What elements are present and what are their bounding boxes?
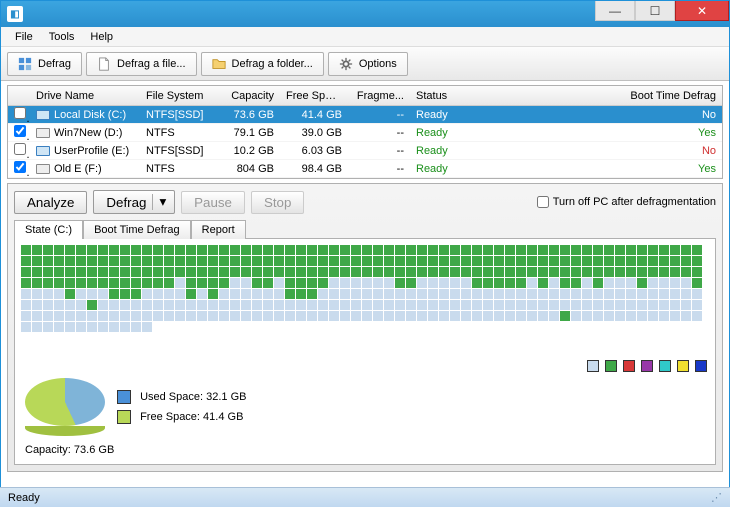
maximize-button[interactable]: ☐ bbox=[635, 1, 675, 21]
col-fragmentation[interactable]: Fragme... bbox=[348, 88, 410, 104]
menu-help[interactable]: Help bbox=[82, 29, 121, 45]
col-free-space[interactable]: Free Space bbox=[280, 88, 348, 104]
row-checkbox[interactable] bbox=[14, 125, 26, 137]
row-checkbox[interactable] bbox=[14, 143, 26, 155]
gear-icon bbox=[339, 57, 353, 71]
table-row[interactable]: Local Disk (C:)NTFS[SSD]73.6 GB41.4 GB--… bbox=[8, 106, 722, 124]
tab-boot-time-defrag[interactable]: Boot Time Defrag bbox=[83, 220, 191, 239]
defrag-file-button[interactable]: Defrag a file... bbox=[86, 52, 196, 76]
tab-report[interactable]: Report bbox=[191, 220, 246, 239]
app-icon: ◧ bbox=[7, 6, 23, 22]
legend-swatch bbox=[623, 360, 635, 372]
used-space-row: Used Space: 32.1 GB bbox=[117, 390, 246, 404]
row-checkbox[interactable] bbox=[14, 161, 26, 173]
tab-strip: State (C:) Boot Time Defrag Report bbox=[14, 220, 716, 238]
status-bar: Ready ⋰ bbox=[0, 487, 730, 507]
drive-icon bbox=[36, 110, 50, 120]
title-bar: ◧ — ☐ ✕ bbox=[1, 1, 729, 27]
col-status[interactable]: Status bbox=[410, 88, 530, 104]
free-space-row: Free Space: 41.4 GB bbox=[117, 410, 246, 424]
legend-swatch bbox=[587, 360, 599, 372]
menu-file[interactable]: File bbox=[7, 29, 41, 45]
pie-chart bbox=[25, 378, 105, 436]
tab-body: Used Space: 32.1 GB Free Space: 41.4 GB … bbox=[14, 238, 716, 465]
capacity-row: Capacity: 73.6 GB bbox=[21, 442, 709, 458]
drive-icon bbox=[36, 128, 50, 138]
table-row[interactable]: Old E (F:)NTFS804 GB98.4 GB--ReadyYes bbox=[8, 160, 722, 178]
minimize-button[interactable]: — bbox=[595, 1, 635, 21]
legend-swatch bbox=[695, 360, 707, 372]
defrag-split-button[interactable]: Defrag ▾ bbox=[93, 190, 175, 214]
turnoff-checkbox[interactable]: Turn off PC after defragmentation bbox=[537, 196, 716, 208]
folder-icon bbox=[212, 57, 226, 71]
close-button[interactable]: ✕ bbox=[675, 1, 729, 21]
row-checkbox[interactable] bbox=[14, 107, 26, 119]
table-row[interactable]: Win7New (D:)NTFS79.1 GB39.0 GB--ReadyYes bbox=[8, 124, 722, 142]
table-header: Drive Name File System Capacity Free Spa… bbox=[8, 86, 722, 106]
options-button[interactable]: Options bbox=[328, 52, 408, 76]
col-file-system[interactable]: File System bbox=[140, 88, 218, 104]
legend-swatch bbox=[641, 360, 653, 372]
col-boot-time-defrag[interactable]: Boot Time Defrag bbox=[530, 88, 722, 104]
drive-icon bbox=[36, 146, 50, 156]
analyze-button[interactable]: Analyze bbox=[14, 191, 87, 214]
toolbar: Defrag Defrag a file... Defrag a folder.… bbox=[1, 47, 729, 81]
file-icon bbox=[97, 57, 111, 71]
legend-swatch bbox=[659, 360, 671, 372]
defrag-button[interactable]: Defrag bbox=[7, 52, 82, 76]
table-row[interactable]: UserProfile (E:)NTFS[SSD]10.2 GB6.03 GB-… bbox=[8, 142, 722, 160]
stop-button: Stop bbox=[251, 191, 304, 214]
resize-grip-icon[interactable]: ⋰ bbox=[711, 491, 722, 504]
defrag-folder-button[interactable]: Defrag a folder... bbox=[201, 52, 324, 76]
drive-table: Drive Name File System Capacity Free Spa… bbox=[7, 85, 723, 179]
menu-tools[interactable]: Tools bbox=[41, 29, 83, 45]
pause-button: Pause bbox=[181, 191, 245, 214]
lower-panel: Analyze Defrag ▾ Pause Stop Turn off PC … bbox=[7, 183, 723, 472]
legend-swatch bbox=[677, 360, 689, 372]
defrag-icon bbox=[18, 57, 32, 71]
col-capacity[interactable]: Capacity bbox=[218, 88, 280, 104]
status-text: Ready bbox=[8, 492, 40, 504]
legend-swatch bbox=[605, 360, 617, 372]
drive-icon bbox=[36, 164, 50, 174]
chevron-down-icon: ▾ bbox=[152, 194, 166, 210]
col-drive-name[interactable]: Drive Name bbox=[30, 88, 140, 104]
menu-bar: File Tools Help bbox=[1, 27, 729, 47]
legend bbox=[21, 354, 709, 372]
block-map bbox=[21, 245, 709, 354]
tab-state[interactable]: State (C:) bbox=[14, 220, 83, 239]
